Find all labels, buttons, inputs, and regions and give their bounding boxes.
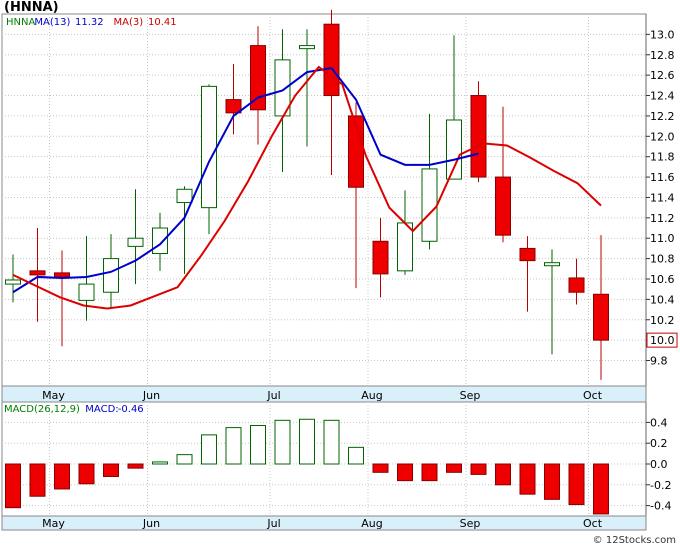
y-tick-label: 12.0 bbox=[650, 130, 675, 143]
candle-body bbox=[5, 279, 21, 285]
legend-label: MACD: bbox=[85, 404, 118, 415]
month-label: Aug bbox=[361, 389, 382, 402]
month-label: Jul bbox=[266, 517, 280, 530]
macd-bar bbox=[103, 463, 119, 477]
candle-body bbox=[495, 176, 511, 236]
y-tick-label: 12.4 bbox=[650, 90, 675, 103]
month-label: Aug bbox=[361, 517, 382, 530]
candle-body bbox=[323, 23, 340, 97]
month-label: May bbox=[42, 389, 65, 402]
y-tick-label: 10.8 bbox=[650, 253, 675, 266]
macd-bar bbox=[5, 463, 21, 509]
last-price-label: 10.0 bbox=[650, 334, 675, 347]
candle-body bbox=[568, 277, 585, 293]
candle-body bbox=[299, 45, 315, 50]
legend-label: MACD(26,12,9) bbox=[4, 404, 80, 415]
month-label: Jun bbox=[142, 517, 160, 530]
candle-body bbox=[103, 258, 119, 293]
month-label: Oct bbox=[583, 389, 603, 402]
price-legend: HNNA MA(13) 11.32 MA(3) 10.41 bbox=[6, 17, 177, 28]
chart-canvas: (HNNA) 9.8 10.0 10.2 10.4 10.6 10.8 11.0 11.2 11.… bbox=[1, 0, 678, 546]
macd-bar bbox=[421, 463, 438, 482]
candle-body bbox=[29, 270, 46, 276]
candle-body bbox=[421, 168, 438, 242]
y-tick-label: 12.2 bbox=[650, 110, 675, 123]
y-tick-label: 13.0 bbox=[650, 28, 675, 41]
candle-body bbox=[250, 45, 266, 111]
candle-body bbox=[176, 188, 193, 204]
legend-value: 10.41 bbox=[148, 17, 177, 28]
macd-bar bbox=[225, 427, 242, 465]
macd-bar bbox=[372, 463, 389, 473]
legend-value: -0.46 bbox=[118, 404, 144, 415]
month-label: Oct bbox=[583, 517, 603, 530]
month-label: Sep bbox=[460, 389, 481, 402]
month-label: Jun bbox=[142, 389, 160, 402]
macd-bar bbox=[519, 463, 536, 495]
y-tick-label: 10.2 bbox=[650, 314, 675, 327]
y-tick-label: 9.8 bbox=[650, 355, 668, 368]
candle-body bbox=[78, 283, 95, 301]
watermark: © 12Stocks.com bbox=[593, 535, 676, 546]
candle-body bbox=[519, 247, 536, 262]
y-tick-label: 11.2 bbox=[650, 212, 675, 225]
y-tick-label: 11.0 bbox=[650, 232, 675, 245]
macd-bar bbox=[29, 463, 46, 497]
legend-value: 11.32 bbox=[75, 17, 104, 28]
month-label: Sep bbox=[460, 517, 481, 530]
macd-bar bbox=[593, 463, 609, 515]
legend-label: MA(3) bbox=[114, 17, 144, 28]
month-strip-top bbox=[1, 385, 647, 403]
candle-body bbox=[201, 85, 217, 209]
y-tick-label: 11.8 bbox=[650, 151, 675, 164]
y-tick-label: 10.4 bbox=[650, 293, 675, 306]
macd-bar bbox=[176, 454, 193, 465]
candle-body bbox=[127, 237, 144, 247]
macd-tick-label: 0.4 bbox=[650, 416, 668, 429]
macd-bar bbox=[397, 463, 413, 482]
legend-label: HNNA bbox=[6, 17, 35, 28]
month-label: Jul bbox=[266, 389, 280, 402]
macd-bar bbox=[446, 463, 462, 473]
macd-bar bbox=[568, 463, 585, 506]
month-label: May bbox=[42, 517, 65, 530]
macd-bar bbox=[348, 446, 364, 465]
y-tick-label: 10.6 bbox=[650, 273, 675, 286]
macd-bar bbox=[323, 419, 340, 465]
macd-tick-label: -0.4 bbox=[650, 500, 671, 513]
macd-bar bbox=[201, 434, 217, 465]
macd-bar bbox=[54, 463, 70, 490]
candle-body bbox=[397, 222, 413, 272]
month-strip-bottom bbox=[1, 515, 647, 531]
candle-body bbox=[152, 227, 168, 255]
macd-tick-label: -0.2 bbox=[650, 479, 671, 492]
macd-bar bbox=[495, 463, 511, 486]
candle-body bbox=[54, 272, 70, 278]
macd-bar bbox=[250, 425, 266, 465]
candle-body bbox=[446, 119, 462, 180]
candle-body bbox=[593, 293, 609, 341]
y-tick-label: 12.8 bbox=[650, 49, 675, 62]
candle-body bbox=[372, 240, 389, 275]
macd-tick-label: 0.2 bbox=[650, 437, 668, 450]
macd-tick-label: 0.0 bbox=[650, 458, 668, 471]
candle-body bbox=[544, 262, 560, 267]
macd-bar bbox=[470, 463, 487, 475]
macd-bar bbox=[127, 463, 144, 469]
macd-legend: MACD(26,12,9) MACD: -0.46 bbox=[4, 404, 144, 415]
macd-bar bbox=[299, 418, 315, 465]
stock-chart: (HNNA) 9.8 10.0 10.2 10.4 10.6 10.8 11.0 11.2 11.… bbox=[0, 0, 680, 546]
y-tick-label: 11.6 bbox=[650, 171, 675, 184]
macd-bar bbox=[274, 419, 291, 465]
y-tick-label: 12.6 bbox=[650, 69, 675, 82]
legend-label: MA(13) bbox=[34, 17, 70, 28]
y-tick-label: 11.4 bbox=[650, 191, 675, 204]
macd-bar bbox=[78, 463, 95, 485]
chart-title: (HNNA) bbox=[4, 0, 59, 15]
candle-body bbox=[470, 95, 487, 178]
macd-bar bbox=[544, 463, 560, 500]
macd-bar bbox=[152, 461, 168, 465]
